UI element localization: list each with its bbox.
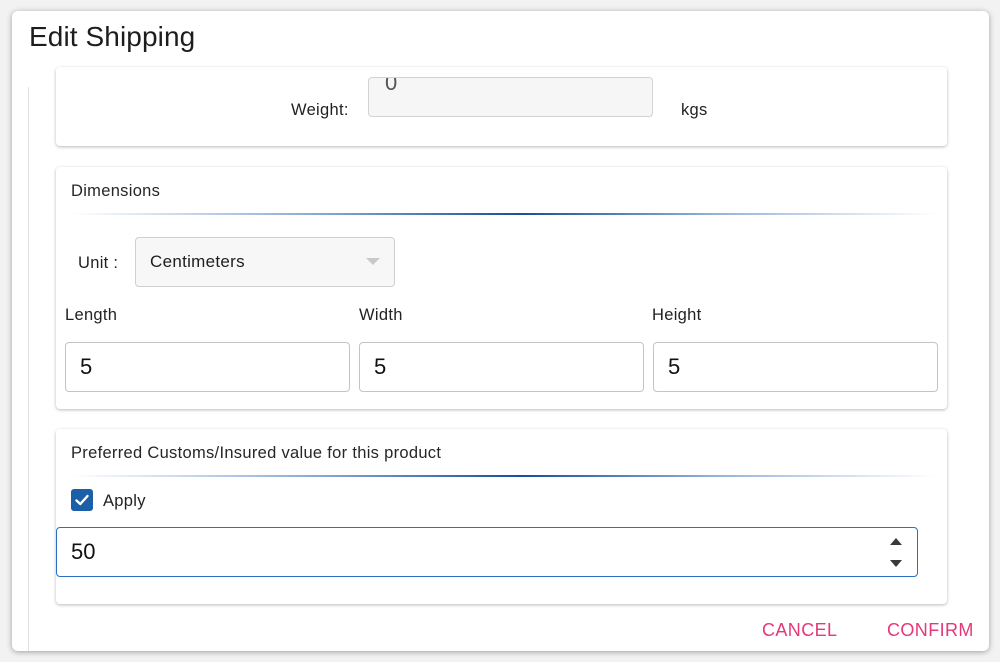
spin-up-icon[interactable] bbox=[890, 538, 902, 545]
width-label: Width bbox=[359, 306, 403, 324]
weight-label: Weight: bbox=[291, 101, 349, 119]
edit-shipping-dialog: Edit Shipping Weight: 0 kgs Dimensions U… bbox=[12, 11, 989, 651]
unit-select-value: Centimeters bbox=[150, 252, 245, 271]
dimensions-title: Dimensions bbox=[71, 182, 161, 200]
customs-divider bbox=[71, 475, 937, 477]
chevron-down-icon bbox=[366, 258, 380, 265]
height-input[interactable]: 5 bbox=[653, 342, 938, 392]
cancel-button[interactable]: CANCEL bbox=[762, 620, 837, 641]
number-spinner[interactable] bbox=[889, 533, 903, 571]
dialog-content[interactable]: Weight: 0 kgs Dimensions Unit : Centimet… bbox=[28, 67, 984, 651]
customs-card: Preferred Customs/Insured value for this… bbox=[56, 429, 947, 604]
spin-down-icon[interactable] bbox=[890, 560, 902, 567]
weight-card: Weight: 0 kgs bbox=[56, 67, 947, 146]
weight-value: 0 bbox=[385, 77, 398, 95]
unit-label: Unit : bbox=[78, 254, 119, 272]
apply-checkbox[interactable] bbox=[71, 489, 93, 511]
apply-label[interactable]: Apply bbox=[103, 492, 146, 511]
height-label: Height bbox=[652, 306, 702, 324]
weight-unit: kgs bbox=[681, 101, 708, 119]
length-input[interactable]: 5 bbox=[65, 342, 350, 392]
unit-select[interactable]: Centimeters bbox=[135, 237, 395, 287]
checkmark-icon bbox=[75, 494, 89, 506]
customs-title: Preferred Customs/Insured value for this… bbox=[71, 444, 442, 462]
customs-value: 50 bbox=[71, 539, 96, 564]
width-input[interactable]: 5 bbox=[359, 342, 644, 392]
dimensions-card: Dimensions Unit : Centimeters Length Wid… bbox=[56, 167, 947, 409]
dialog-title: Edit Shipping bbox=[29, 21, 196, 52]
dimensions-divider bbox=[71, 213, 937, 215]
confirm-button[interactable]: CONFIRM bbox=[887, 620, 974, 641]
customs-value-input[interactable]: 50 bbox=[56, 527, 918, 577]
length-label: Length bbox=[65, 306, 118, 324]
weight-input[interactable]: 0 bbox=[368, 77, 653, 117]
